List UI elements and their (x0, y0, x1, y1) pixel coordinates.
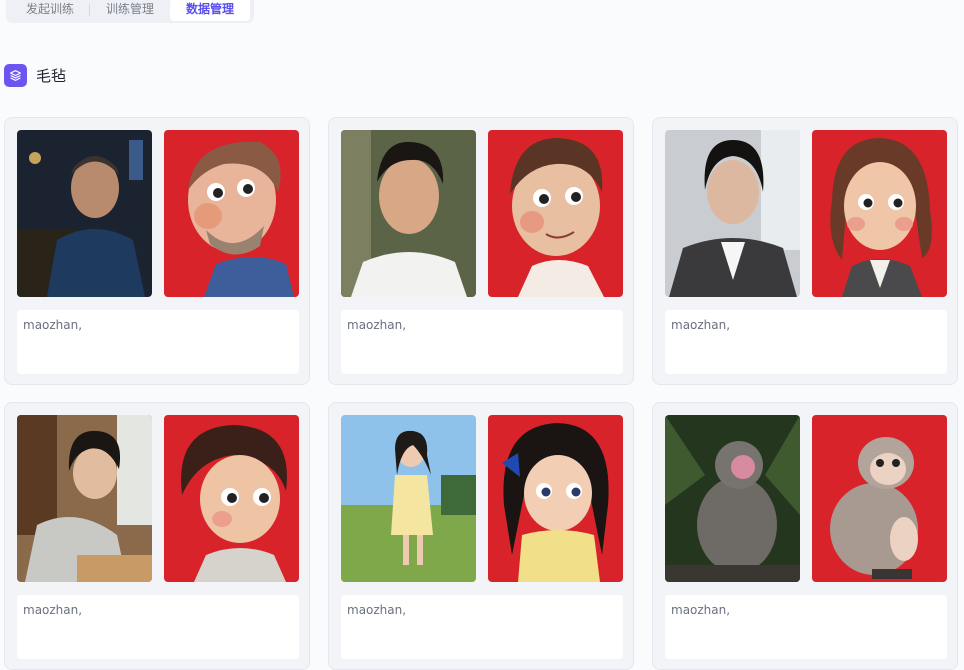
felt-girl-figure[interactable] (164, 415, 299, 582)
tab-training-management[interactable]: 训练管理 (90, 0, 170, 21)
dataset-card[interactable]: maozhan, (328, 402, 634, 670)
caption-box: maozhan, (17, 595, 299, 659)
caption-box: maozhan, (341, 310, 623, 374)
felt-monkey-figure[interactable] (812, 415, 947, 582)
felt-man-figure[interactable] (164, 130, 299, 297)
businesswoman-photo[interactable] (665, 130, 800, 297)
girl-reading-photo[interactable] (17, 415, 152, 582)
caption-text: maozhan, (347, 318, 407, 332)
section-title: 毛毡 (36, 67, 67, 85)
caption-box: maozhan, (665, 310, 947, 374)
dataset-card[interactable]: maozhan, (652, 117, 958, 385)
caption-text: maozhan, (23, 318, 83, 332)
felt-girl-bow-figure[interactable] (488, 415, 623, 582)
layers-icon (4, 64, 27, 87)
man-in-rain-photo[interactable] (17, 130, 152, 297)
caption-box: maozhan, (665, 595, 947, 659)
caption-text: maozhan, (671, 318, 731, 332)
tab-data-management[interactable]: 数据管理 (170, 0, 251, 21)
young-man-photo[interactable] (341, 130, 476, 297)
caption-box: maozhan, (17, 310, 299, 374)
caption-box: maozhan, (341, 595, 623, 659)
felt-woman-figure[interactable] (812, 130, 947, 297)
caption-text: maozhan, (23, 603, 83, 617)
dataset-card[interactable]: maozhan, (652, 402, 958, 670)
felt-boy-figure[interactable] (488, 130, 623, 297)
dataset-card[interactable]: maozhan, (328, 117, 634, 385)
dataset-card[interactable]: maozhan, (4, 117, 310, 385)
caption-text: maozhan, (347, 603, 407, 617)
dataset-card[interactable]: maozhan, (4, 402, 310, 670)
tab-start-training[interactable]: 发起训练 (10, 0, 91, 21)
monkey-photo[interactable] (665, 415, 800, 582)
section-header: 毛毡 (4, 64, 66, 87)
caption-text: maozhan, (671, 603, 731, 617)
top-tab-bar: 发起训练 训练管理 数据管理 (6, 0, 255, 23)
girl-in-meadow-photo[interactable] (341, 415, 476, 582)
